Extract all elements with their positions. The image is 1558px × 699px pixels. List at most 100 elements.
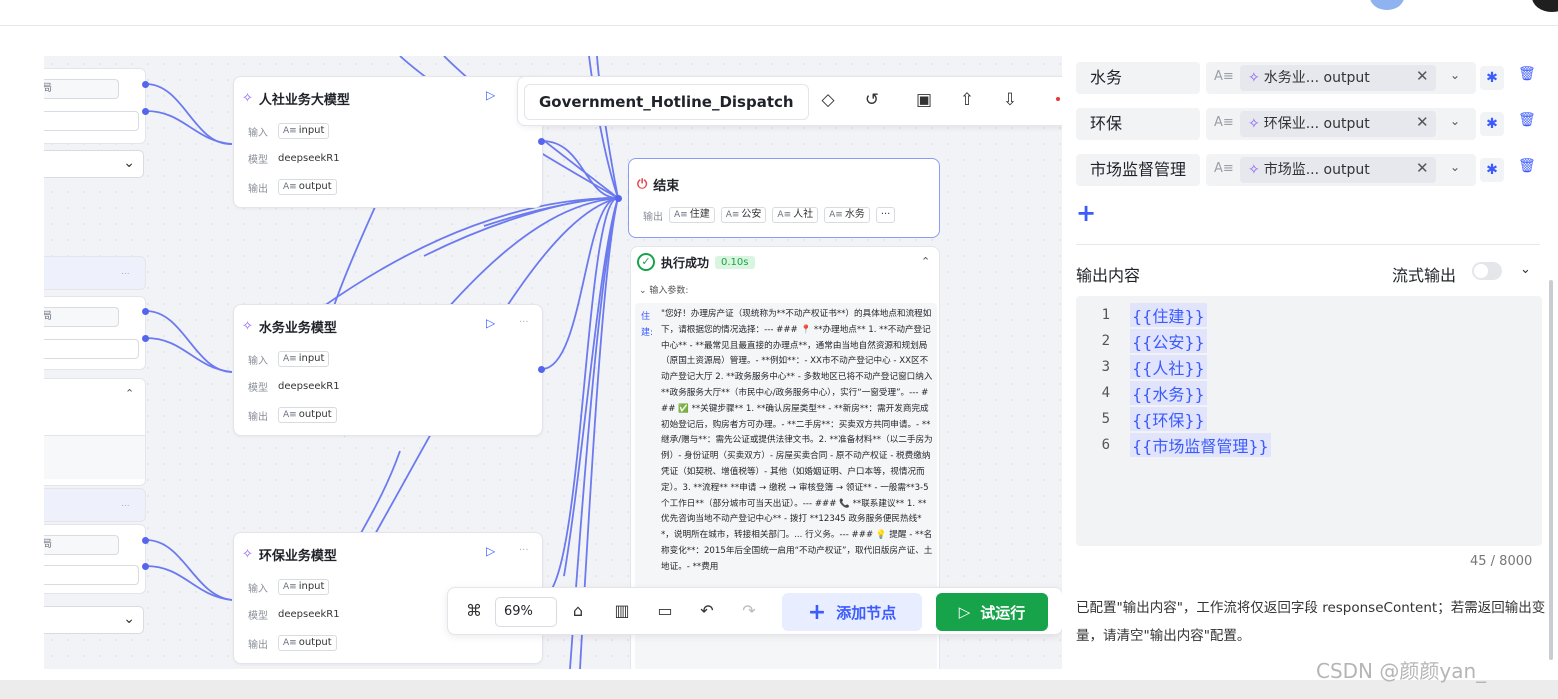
left-node-card[interactable]: 局 (44, 296, 146, 370)
left-node-header[interactable]: ... (44, 488, 146, 522)
close-icon[interactable]: ✕ (1416, 159, 1429, 177)
more-icon[interactable]: ··· (519, 317, 529, 328)
more-icon[interactable]: ··· (519, 545, 529, 556)
connection-handle[interactable] (142, 537, 149, 544)
map-icon[interactable]: ▥ (611, 601, 633, 620)
line-number: 6 (1101, 437, 1110, 453)
variable-reference-select[interactable]: A≡ ✧ 环保业... output ✕ ⌄ (1206, 108, 1476, 140)
watermark: CSDN @颜颜yan_ (1316, 659, 1487, 683)
stream-output-toggle[interactable] (1472, 262, 1502, 280)
close-icon[interactable]: ✕ (1416, 67, 1429, 85)
left-field[interactable] (44, 565, 139, 585)
redo-icon[interactable]: ↷ (738, 601, 760, 620)
play-icon[interactable]: ▷ (486, 88, 495, 102)
mouse-icon[interactable]: ⌂ (567, 601, 589, 620)
left-field[interactable] (44, 111, 139, 131)
chevron-down-icon[interactable]: ⌄ (1450, 160, 1460, 174)
left-node-card[interactable]: 局 (44, 68, 146, 144)
trial-run-button[interactable]: ▷ 试运行 (936, 593, 1048, 631)
gear-icon[interactable]: ✱ (1480, 112, 1504, 136)
reference-chip: ✧ 市场监... output (1240, 157, 1436, 183)
comment-icon[interactable]: ▭ (654, 601, 676, 620)
download-icon[interactable]: ⇩ (998, 90, 1022, 110)
left-field[interactable]: 局 (44, 79, 119, 99)
layout-icon[interactable]: ⌘ (463, 601, 485, 620)
end-node[interactable]: ⏻ 结束 输出 A≡ 住建 A≡ 公安 A≡ 人社 A≡ 水务 ··· (628, 158, 940, 238)
history-icon[interactable]: ↺ (860, 90, 884, 110)
chevron-up-icon[interactable]: ⌃ (125, 387, 134, 400)
chevron-down-icon[interactable]: ⌄ (1450, 114, 1460, 128)
chevron-down-icon[interactable]: ⌄ (1520, 262, 1531, 277)
connection-handle[interactable] (142, 335, 149, 342)
connection-handle[interactable] (538, 366, 545, 373)
left-field[interactable] (44, 339, 139, 359)
workflow-name[interactable]: Government_Hotline_Dispatch (524, 84, 809, 120)
connection-handle[interactable] (142, 81, 149, 88)
llm-node-renshe[interactable]: ✧ 人社业务大模型 ▷ 输入 A≡ input 模型 deepseekR1 输出 A≡ ou… (233, 76, 543, 208)
connection-handle[interactable] (142, 108, 149, 115)
node-output-row: 输出 A≡ output (248, 179, 337, 195)
connection-handle[interactable] (142, 563, 149, 570)
zoom-level[interactable]: 69% (495, 597, 557, 627)
variable-name-input[interactable]: 环保 (1076, 108, 1200, 140)
sparkle-icon: ✧ (242, 319, 253, 334)
scrollbar[interactable] (1549, 280, 1553, 660)
variable-reference-select[interactable]: A≡ ✧ 水务业... output ✕ ⌄ (1206, 62, 1476, 94)
trial-run-label: 试运行 (980, 603, 1026, 622)
user-avatar[interactable] (1370, 0, 1404, 10)
more-icon[interactable]: ... (121, 267, 130, 277)
row-label: 模型 (248, 611, 268, 622)
check-circle-icon: ✓ (637, 253, 655, 271)
close-icon[interactable]: ✕ (1416, 113, 1429, 131)
corner-button[interactable] (1532, 0, 1558, 12)
tag-text: input (298, 353, 325, 364)
llm-node-shuiwu[interactable]: ✧ 水务业务模型 ▷ ··· 输入 A≡ input 模型 deepseekR1 输出 A… (233, 304, 543, 436)
tag-icon[interactable]: ◇ (816, 90, 840, 110)
left-node-card[interactable]: ⌃ (44, 378, 146, 486)
trash-icon[interactable]: 🗑 (1518, 66, 1536, 82)
undo-icon[interactable]: ↶ (696, 601, 718, 620)
left-field[interactable]: 局 (44, 535, 119, 555)
node-title: ⏻ 结束 (637, 175, 679, 194)
node-title: ✧ 环保业务模型 (242, 545, 337, 564)
output-variable-row: 水务 A≡ ✧ 水务业... output ✕ ⌄ ✱ 🗑 (1076, 62, 1546, 96)
add-node-button[interactable]: + 添加节点 (782, 593, 922, 631)
trash-icon[interactable]: 🗑 (1518, 112, 1536, 128)
canvas-toolbar: ⌘ 69% ⌂ ▥ ▭ ↶ ↷ + 添加节点 ▷ 试运行 (447, 587, 1063, 635)
chevron-down-icon[interactable]: ⌄ (1450, 68, 1460, 82)
upload-icon[interactable]: ⇧ (955, 90, 979, 110)
variable-name-input[interactable]: 水务 (1076, 62, 1200, 94)
left-field[interactable]: 局 (44, 307, 119, 327)
variable-reference-select[interactable]: A≡ ✧ 市场监... output ✕ ⌄ (1206, 154, 1476, 186)
save-icon[interactable]: ▣ (912, 90, 936, 110)
code-text: {{市场监督管理}} (1130, 433, 1271, 457)
node-title: ✧ 人社业务大模型 (242, 89, 350, 108)
text-type-icon: A≡ (829, 210, 843, 220)
play-icon[interactable]: ▷ (486, 544, 495, 558)
add-variable-button[interactable]: + (1076, 199, 1096, 227)
connection-handle[interactable] (142, 308, 149, 315)
gear-icon[interactable]: ✱ (1480, 158, 1504, 182)
play-icon[interactable]: ▷ (486, 316, 495, 330)
more-icon[interactable]: ... (121, 499, 130, 509)
row-label: 输入 (248, 355, 268, 367)
more-outputs[interactable]: ··· (875, 207, 896, 223)
variable-name-input[interactable]: 市场监督管理 (1076, 154, 1200, 186)
workflow-canvas[interactable]: 局 ⌄ ... 局 ⌃ ... 局 ⌄ ✧ 人社业务大模型 ▷ 输入 A≡ input… (44, 56, 1064, 669)
code-line: 2 {{公安}} (1076, 328, 1542, 354)
gear-icon[interactable]: ✱ (1480, 66, 1504, 90)
tag-text: input (298, 581, 325, 592)
connection-handle[interactable] (538, 138, 545, 145)
left-select[interactable]: ⌄ (44, 150, 144, 178)
input-params-toggle[interactable]: ⌄ 输入参数: (639, 283, 688, 296)
node-model-row: 模型 deepseekR1 (248, 607, 340, 622)
left-node-header[interactable]: ... (44, 256, 146, 290)
left-select[interactable]: ⌄ (44, 606, 144, 634)
chevron-up-icon[interactable]: ⌃ (921, 255, 930, 268)
output-content-editor[interactable]: 1 {{住建}} 2 {{公安}} 3 {{人社}} 4 {{水务}} 5 {{环保}} … (1076, 296, 1542, 546)
connection-handle[interactable] (615, 195, 622, 202)
left-node-card[interactable]: 局 (44, 524, 146, 594)
model-name: deepseekR1 (278, 153, 340, 164)
config-hint: 已配置"输出内容"，工作流将仅返回字段 responseContent；若需返回… (1076, 600, 1546, 644)
trash-icon[interactable]: 🗑 (1518, 158, 1536, 174)
